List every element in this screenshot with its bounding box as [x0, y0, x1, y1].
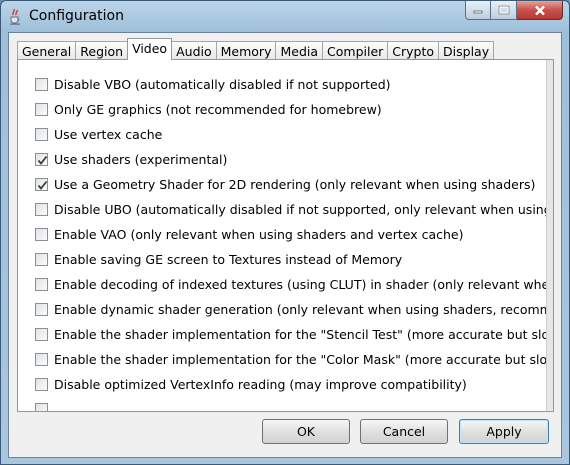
- option-checkbox[interactable]: [35, 178, 48, 191]
- option-checkbox[interactable]: [35, 278, 48, 291]
- option-row[interactable]: [35, 399, 552, 411]
- option-label: Enable the shader implementation for the…: [54, 352, 554, 367]
- close-button[interactable]: [517, 1, 563, 20]
- tab-general[interactable]: General: [17, 41, 77, 60]
- check-icon: [37, 155, 48, 165]
- options-list: Disable VBO (automatically disabled if n…: [35, 74, 554, 411]
- option-label: Use a Geometry Shader for 2D rendering (…: [54, 177, 536, 192]
- option-checkbox[interactable]: [35, 228, 48, 241]
- caption-buttons: [465, 1, 563, 21]
- window-title: Configuration: [29, 8, 124, 24]
- close-icon: [534, 5, 545, 15]
- option-row[interactable]: Use a Geometry Shader for 2D rendering (…: [35, 174, 552, 199]
- option-checkbox[interactable]: [35, 153, 48, 166]
- option-row[interactable]: Enable dynamic shader generation (only r…: [35, 299, 554, 324]
- configuration-window: Configuration General Region Video Audio…: [0, 0, 570, 465]
- option-checkbox[interactable]: [35, 203, 48, 216]
- option-checkbox[interactable]: [35, 403, 48, 411]
- option-row[interactable]: Enable VAO (only relevant when using sha…: [35, 224, 552, 249]
- ok-button[interactable]: OK: [262, 419, 350, 444]
- title-bar[interactable]: Configuration: [1, 1, 569, 32]
- option-checkbox[interactable]: [35, 378, 48, 391]
- option-row[interactable]: Enable decoding of indexed textures (usi…: [35, 274, 554, 299]
- option-label: Only GE graphics (not recommended for ho…: [54, 102, 382, 117]
- tab-audio[interactable]: Audio: [171, 41, 217, 60]
- video-settings-panel: Disable VBO (automatically disabled if n…: [17, 59, 554, 412]
- minimize-button[interactable]: [465, 1, 491, 20]
- tab-memory[interactable]: Memory: [215, 41, 277, 60]
- maximize-button[interactable]: [491, 1, 517, 20]
- tab-video[interactable]: Video: [127, 38, 173, 60]
- option-label: Disable optimized VertexInfo reading (ma…: [54, 377, 467, 392]
- option-checkbox[interactable]: [35, 253, 48, 266]
- option-checkbox[interactable]: [35, 328, 48, 341]
- tab-display[interactable]: Display: [438, 41, 495, 60]
- scrollbar[interactable]: [546, 60, 553, 411]
- option-row[interactable]: Enable the shader implementation for the…: [35, 349, 554, 374]
- option-label: Disable UBO (automatically disabled if n…: [54, 202, 554, 217]
- option-label: Enable the shader implementation for the…: [54, 327, 554, 342]
- option-checkbox[interactable]: [35, 303, 48, 316]
- tab-region[interactable]: Region: [75, 41, 129, 60]
- java-cup-icon: [8, 8, 22, 25]
- maximize-icon: [498, 5, 509, 15]
- option-checkbox[interactable]: [35, 78, 48, 91]
- option-row[interactable]: Enable saving GE screen to Textures inst…: [35, 249, 552, 274]
- option-label: Use shaders (experimental): [54, 152, 228, 167]
- option-label: Enable dynamic shader generation (only r…: [54, 302, 554, 317]
- option-row[interactable]: Disable UBO (automatically disabled if n…: [35, 199, 554, 224]
- option-row[interactable]: Disable optimized VertexInfo reading (ma…: [35, 374, 552, 399]
- option-label: Enable VAO (only relevant when using sha…: [54, 227, 464, 242]
- option-checkbox[interactable]: [35, 128, 48, 141]
- tab-crypto[interactable]: Crypto: [387, 41, 440, 60]
- option-checkbox[interactable]: [35, 353, 48, 366]
- option-row[interactable]: Enable the shader implementation for the…: [35, 324, 554, 349]
- option-row[interactable]: Only GE graphics (not recommended for ho…: [35, 99, 552, 124]
- check-icon: [37, 180, 48, 190]
- option-row[interactable]: Use shaders (experimental): [35, 149, 552, 174]
- option-label: Enable decoding of indexed textures (usi…: [54, 277, 554, 292]
- tab-bar: General Region Video Audio Memory Media …: [17, 38, 495, 60]
- tab-media[interactable]: Media: [275, 41, 324, 60]
- option-row[interactable]: Use vertex cache: [35, 124, 552, 149]
- option-label: Disable VBO (automatically disabled if n…: [54, 77, 391, 92]
- tab-compiler[interactable]: Compiler: [322, 41, 389, 60]
- apply-button[interactable]: Apply: [459, 419, 549, 444]
- cancel-button[interactable]: Cancel: [360, 419, 448, 444]
- option-label: Use vertex cache: [54, 127, 163, 142]
- dialog-content: General Region Video Audio Memory Media …: [8, 32, 562, 458]
- minimize-icon: [473, 10, 483, 14]
- option-row[interactable]: Disable VBO (automatically disabled if n…: [35, 74, 552, 99]
- option-label: Enable saving GE screen to Textures inst…: [54, 252, 403, 267]
- option-checkbox[interactable]: [35, 103, 48, 116]
